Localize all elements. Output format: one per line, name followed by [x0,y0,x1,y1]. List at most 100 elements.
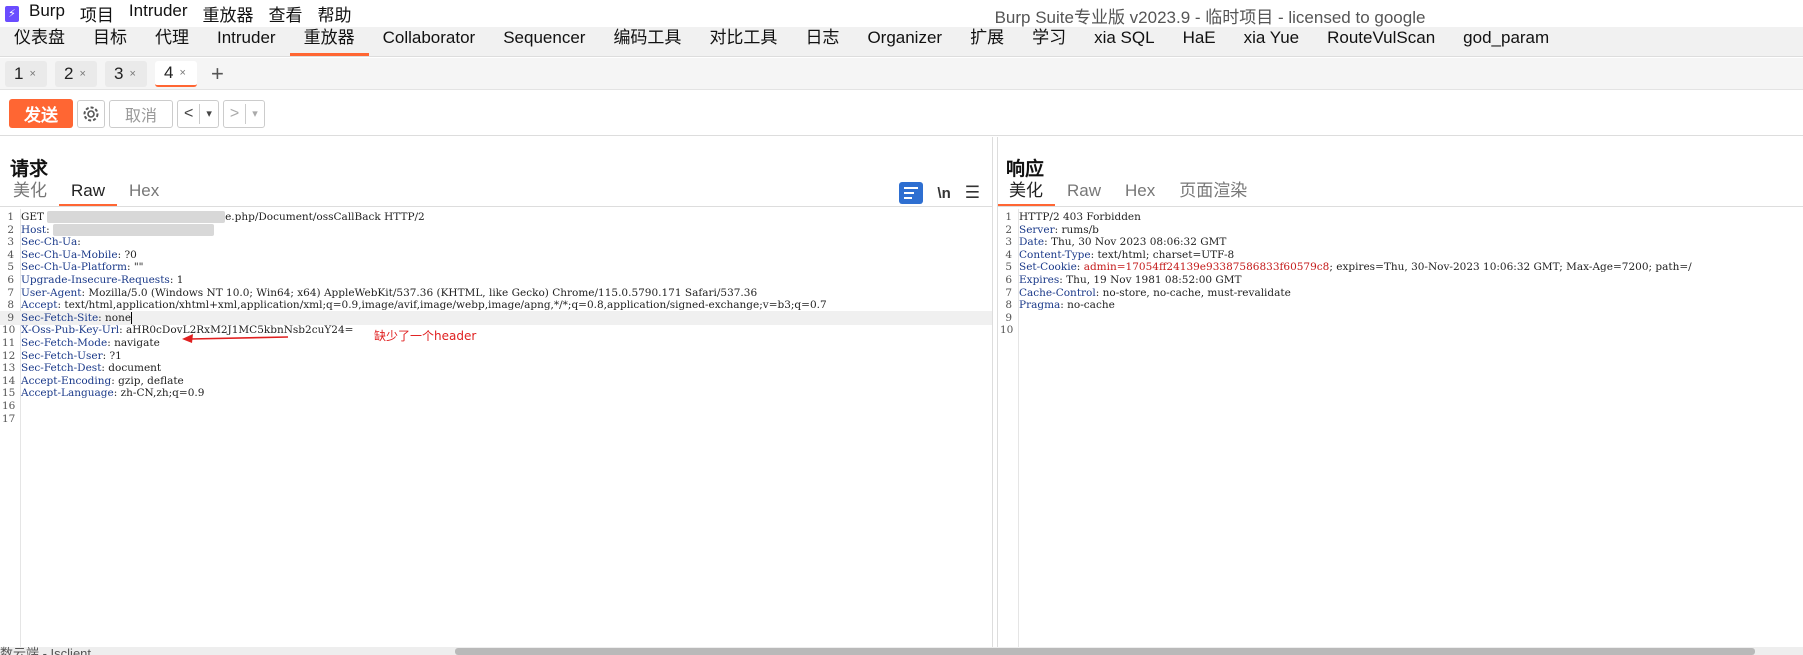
request-editor[interactable]: 1GET ▒▒▒▒▒▒▒▒▒▒▒▒▒▒▒▒▒▒▒▒▒▒e.php/Documen… [0,209,992,647]
back-dropdown-icon[interactable]: ▾ [200,107,218,120]
header-name: Sec-Fetch-Mode [21,337,108,349]
main-tab-9[interactable]: 日志 [791,23,853,56]
header-value: ; expires=Thu, 30-Nov-2023 10:06:32 GMT;… [1329,261,1692,274]
header-name: Sec-Ch-Ua-Mobile [21,248,118,261]
main-tab-13[interactable]: xia SQL [1080,28,1168,56]
header-value: HTTP/2 403 Forbidden [1019,211,1141,223]
tab-label: 2 [64,63,74,83]
main-tab-8[interactable]: 对比工具 [695,23,791,56]
main-tab-3[interactable]: Intruder [203,28,290,56]
main-tab-14[interactable]: HaE [1169,28,1230,56]
history-forward-group[interactable]: > ▾ [222,99,265,128]
settings-gear-button[interactable] [77,99,105,128]
main-tab-16[interactable]: RouteVulScan [1313,28,1449,56]
tab-label: 3 [114,63,124,83]
header-value: : document [101,362,162,375]
header-name: Content-Type [1019,248,1091,261]
header-value: : [46,223,53,236]
header-name: Sec-Ch-Ua-Platform [21,261,127,274]
tab-label: 4 [164,62,174,82]
header-value: e.php/Document/ossCallBack HTTP/2 [225,211,425,223]
header-value: : gzip, deflate [111,374,184,387]
close-icon[interactable]: × [179,67,185,79]
forward-dropdown-icon[interactable]: ▾ [246,107,264,120]
main-tab-7[interactable]: 编码工具 [599,23,695,56]
cancel-button[interactable]: 取消 [109,99,173,128]
header-name: Pragma [1019,299,1061,312]
repeater-tab-3[interactable]: 3 × [105,60,147,87]
word-wrap-icon[interactable] [899,182,924,204]
back-arrow-icon[interactable]: < [178,105,199,123]
header-value: : none [98,311,132,324]
header-value: : "" [126,261,144,274]
main-tab-bar: 仪表盘 目标 代理 Intruder 重放器 Collaborator Sequencer 编… [0,27,1803,57]
annotation-arrow-icon [182,334,289,343]
repeater-tab-2[interactable]: 2 × [55,60,97,87]
main-tab-0[interactable]: 仪表盘 [0,23,79,56]
line-number: 10 [1000,324,1014,337]
close-icon[interactable]: × [29,68,35,80]
header-name: X-Oss-Pub-Key-Url [21,324,120,337]
send-button[interactable]: 发送 [9,99,73,128]
main-tab-1[interactable]: 目标 [79,23,141,56]
gear-icon [83,106,99,121]
annotation-text: 缺少了一个header [374,329,477,343]
header-value: : navigate [107,337,160,349]
history-back-group[interactable]: < ▾ [177,99,219,128]
forward-arrow-icon[interactable]: > [224,105,245,123]
newline-toggle-icon[interactable]: \n [937,185,950,202]
menu-3[interactable]: 重放器 [203,1,254,26]
wrap-lines-icon [904,187,919,199]
main-tab-2[interactable]: 代理 [141,23,203,56]
close-icon[interactable]: × [79,68,85,80]
repeater-tab-1[interactable]: 1 × [5,60,47,87]
view-tab-2[interactable]: Hex [117,181,171,206]
main-tab-4[interactable]: 重放器 [289,23,369,56]
horizontal-scrollbar[interactable] [455,648,1755,655]
header-value: : [77,236,81,249]
status-text: 数云端 - Isclient [0,646,92,655]
header-name: Upgrade-Insecure-Requests [21,274,170,286]
header-name: Accept [21,299,58,312]
request-view-options: \n ☰ [899,181,980,205]
view-tab-1[interactable]: Raw [59,181,118,206]
header-name: Server [1019,223,1055,236]
add-tab-icon[interactable]: + [211,61,224,87]
main-tab-6[interactable]: Sequencer [489,28,599,56]
response-panel: 响应 美化 Raw Hex 页面渲染 1 HTTP/2 403 Forbidden 2 Se… [997,137,1803,647]
code-line: 17 [0,412,992,426]
close-icon[interactable]: × [129,68,135,80]
repeater-tab-4[interactable]: 4 × [155,60,197,87]
header-name: Sec-Ch-Ua [21,236,78,249]
main-tab-10[interactable]: Organizer [853,28,956,56]
repeater-tab-bar: 1 × 2 × 3 × 4 × + [0,58,1803,90]
header-name: Set-Cookie [1019,261,1077,274]
view-tab-0[interactable]: 美化 [0,176,59,206]
code-line: 10 [998,323,1803,337]
tab-label: 1 [14,63,24,83]
main-tab-12[interactable]: 学习 [1018,23,1080,56]
repeater-toolbar: 发送 取消 < ▾ > ▾ [0,92,1803,136]
response-editor[interactable]: 1 HTTP/2 403 Forbidden 2 Server: rums/b 3 Dat… [998,209,1803,647]
view-tab-2[interactable]: Hex [1113,181,1167,206]
main-tab-5[interactable]: Collaborator [369,28,490,56]
burp-logo-icon: ⚡ [5,5,19,22]
header-value: : ?0 [117,248,137,261]
header-name: Sec-Fetch-User [21,349,103,362]
view-tab-1[interactable]: Raw [1055,181,1113,206]
view-tab-3[interactable]: 页面渲染 [1167,176,1259,206]
header-name: Date [1019,236,1045,249]
view-tab-0[interactable]: 美化 [998,176,1055,206]
request-panel: 请求 美化RawHex \n ☰ 1GET ▒▒▒▒▒▒▒▒▒▒▒▒▒▒▒▒▒▒… [0,137,993,647]
main-tab-15[interactable]: xia Yue [1230,28,1313,56]
hamburger-menu-icon[interactable]: ☰ [965,183,980,203]
main-tab-11[interactable]: 扩展 [956,23,1018,56]
header-value: : no-cache [1060,299,1115,312]
redacted-text: ▒▒▒▒▒▒▒▒▒▒▒▒▒▒▒▒▒▒▒▒ [52,223,215,236]
header-name: User-Agent [21,286,82,299]
header-value: : no-store, no-cache, must-revalidate [1095,286,1291,299]
response-view-tabs: 美化 Raw Hex 页面渲染 [998,181,1803,207]
text-caret [131,311,133,324]
header-value: : text/html,application/xhtml+xml,applic… [57,299,827,312]
main-tab-17[interactable]: god_param [1449,28,1563,56]
